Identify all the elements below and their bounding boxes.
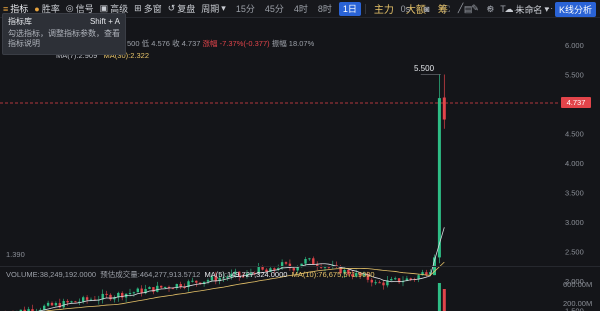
price-axis-tick: 4.500	[565, 130, 584, 139]
tooltip-description: 勾选指标，调整指标参数，查看指标说明	[8, 29, 120, 48]
volume-axis-tick: 600.00M	[563, 280, 592, 289]
volume-value: VOLUME:38,249,192.0000	[6, 270, 97, 279]
price-axis-tick: 2.500	[565, 248, 584, 257]
indicator-library-tooltip: 指标库 Shift + A 勾选指标，调整指标参数，查看指标说明	[2, 13, 126, 55]
volume-bar	[437, 283, 441, 311]
candle-body	[43, 305, 46, 310]
candle-body	[82, 297, 85, 302]
price-axis-tick: 3.000	[565, 218, 584, 227]
candle-body	[160, 285, 163, 288]
candle-body	[206, 280, 210, 282]
candle-body	[284, 262, 288, 264]
tooltip-shortcut: Shift + A	[89, 17, 120, 26]
candle-body	[191, 280, 194, 282]
candle-body	[390, 279, 393, 281]
volume-forecast: 预估成交量:464,277,913.5712	[100, 270, 201, 279]
candle-body	[50, 302, 54, 306]
candle-body	[66, 300, 69, 303]
high-price-label: 5.500	[414, 64, 435, 73]
candle-body	[156, 285, 159, 292]
candle-body	[85, 297, 89, 300]
candle-body	[370, 279, 373, 283]
volume-legend: VOLUME:38,249,192.0000 预估成交量:464,277,913…	[6, 269, 375, 280]
candle-body	[374, 282, 377, 284]
candle-body	[409, 278, 412, 280]
candle-body	[382, 282, 385, 286]
price-axis-tick: 3.500	[565, 189, 584, 198]
chart-app: ≡ 指标 ● 胜率 ◎ 信号 ▣ 高级 ⊞ 多窗 ↺ 复盘 周期 ▾ 15分 45分 4时 8…	[0, 0, 600, 311]
candle-body	[70, 301, 73, 303]
candle-body	[425, 272, 428, 275]
candle-body	[195, 280, 198, 283]
candle-body	[136, 288, 139, 293]
candle-body	[105, 293, 108, 295]
price-axis-tick: 4.000	[565, 159, 584, 168]
candle-body	[304, 258, 307, 264]
candle-body	[437, 98, 441, 258]
candle-body	[128, 292, 132, 294]
volume-ma10: MA(10):76,675,571.9000	[291, 270, 375, 279]
volume-axis-tick: 200.00M	[563, 299, 592, 308]
candle-body	[378, 282, 381, 284]
chart-start-label: 1.390	[6, 250, 25, 259]
candle-body	[132, 292, 136, 294]
candle-body	[109, 294, 112, 300]
candle-body	[140, 288, 143, 294]
volume-ma5: MA(5):149,727,324.0000	[204, 270, 288, 279]
candle-body	[74, 301, 77, 303]
volume-bar	[442, 289, 446, 311]
candle-body	[54, 303, 58, 306]
candle-body	[62, 300, 65, 308]
price-axis-tick: 5.500	[565, 71, 584, 80]
current-price-tag: 4.737	[561, 97, 591, 108]
candle-body	[163, 286, 167, 288]
pane-divider[interactable]	[0, 266, 600, 267]
candle-body	[46, 302, 50, 306]
candle-body	[442, 97, 446, 120]
candle-body	[394, 278, 397, 280]
candle-body	[308, 258, 311, 260]
candle-body	[312, 258, 315, 265]
candle-body	[148, 287, 151, 289]
price-axis-tick: 6.000	[565, 41, 584, 50]
tooltip-title: 指标库	[8, 17, 32, 26]
